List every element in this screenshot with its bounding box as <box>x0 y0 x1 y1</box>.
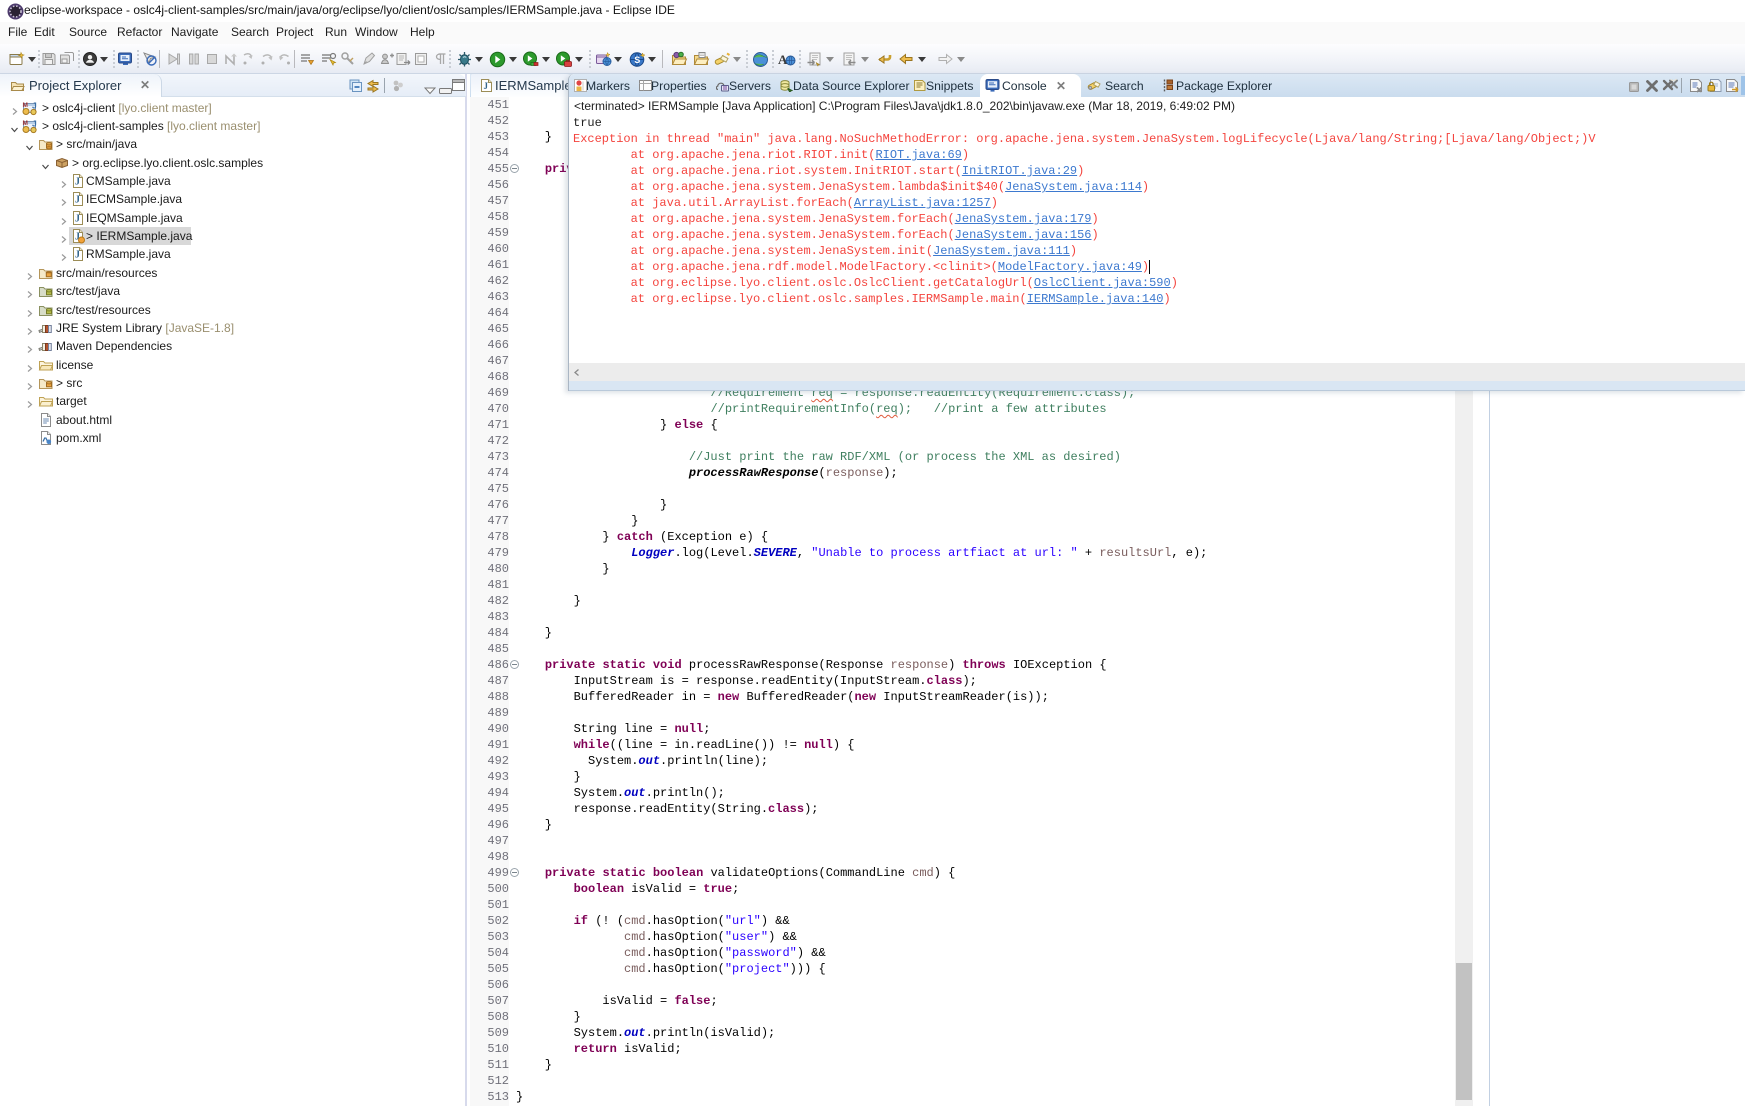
svg-text:J: J <box>75 214 80 225</box>
svg-text:S: S <box>634 55 640 65</box>
svg-text:J: J <box>75 177 80 188</box>
svg-text:J: J <box>75 195 80 206</box>
svg-text:J: J <box>75 250 80 261</box>
svg-text:M: M <box>23 120 28 127</box>
svg-text:J: J <box>484 81 489 91</box>
svg-text:M: M <box>23 102 28 109</box>
